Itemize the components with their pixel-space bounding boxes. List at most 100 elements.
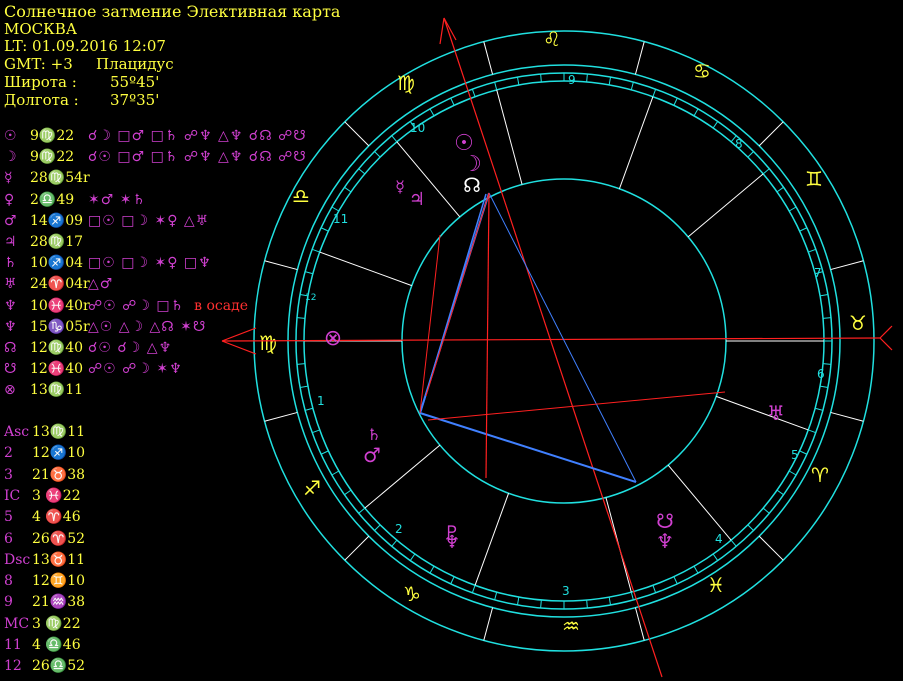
degree-tick <box>788 206 797 212</box>
degree-tick <box>608 76 612 86</box>
degree-tick <box>344 489 352 496</box>
degree-tick <box>494 82 498 90</box>
degree-tick <box>305 407 313 411</box>
degree-tick <box>540 73 542 83</box>
degree-tick <box>299 385 309 389</box>
sign-divider <box>483 607 494 641</box>
house-number: 7 <box>814 266 822 280</box>
sign-divider <box>634 607 645 641</box>
degree-tick <box>471 585 476 594</box>
degree-tick <box>819 293 829 297</box>
house-cusp <box>474 493 510 586</box>
degree-tick <box>409 553 416 561</box>
degree-tick <box>776 489 784 496</box>
aspect-line <box>425 192 490 397</box>
degree-tick <box>586 73 588 83</box>
sign-divider <box>758 535 784 561</box>
sign-glyph: ♓ <box>707 573 725 597</box>
degree-tick <box>808 248 817 253</box>
sign-divider <box>264 411 298 422</box>
house-number: 3 <box>562 584 570 598</box>
degree-tick <box>429 108 435 117</box>
house-number: 6 <box>817 367 825 381</box>
asc-arrow <box>221 340 257 355</box>
mc-ic-axis <box>443 17 663 678</box>
degree-tick <box>516 596 520 606</box>
sign-glyph: ♍ <box>397 71 415 95</box>
house-number: 4 <box>715 532 723 546</box>
house-cusp <box>496 89 523 185</box>
degree-tick <box>311 248 320 253</box>
degree-tick <box>819 385 829 389</box>
house-cusp <box>687 173 764 238</box>
degree-tick <box>331 470 340 476</box>
sign-glyph: ♍ <box>259 331 277 355</box>
aspect-line <box>488 192 637 483</box>
sign-divider <box>264 260 298 271</box>
degree-tick <box>747 524 754 531</box>
degree-tick <box>320 227 329 232</box>
sign-glyph: ♌ <box>543 27 561 51</box>
degree-tick <box>652 88 657 97</box>
house-number: 2 <box>395 522 403 536</box>
degree-tick <box>374 151 381 158</box>
degree-tick <box>358 168 366 175</box>
degree-tick <box>630 592 634 600</box>
degree-tick <box>391 135 398 143</box>
degree-tick <box>693 565 699 574</box>
degree-tick <box>450 97 455 106</box>
planet-symbol: ♃ <box>409 189 425 210</box>
degree-tick <box>652 585 657 594</box>
degree-tick <box>494 592 498 600</box>
degree-tick <box>305 271 313 275</box>
house-cusp <box>716 395 809 431</box>
house-number: 8 <box>735 137 743 151</box>
house-number: 10 <box>410 121 425 135</box>
degree-tick <box>608 596 612 606</box>
degree-tick <box>822 363 832 365</box>
degree-tick <box>311 429 320 434</box>
degree-tick <box>815 407 823 411</box>
degree-tick <box>712 121 719 129</box>
degree-tick <box>822 317 832 319</box>
degree-tick <box>673 576 678 585</box>
house-cusp <box>319 251 412 287</box>
sign-glyph: ♋ <box>693 59 711 83</box>
sign-glyph: ♎ <box>292 184 310 208</box>
house-number: 5 <box>791 448 799 462</box>
degree-tick <box>799 227 808 232</box>
sign-glyph: ♐ <box>303 476 321 500</box>
dsc-tick <box>879 325 893 339</box>
house-number: 1 <box>317 394 325 408</box>
degree-tick <box>516 76 520 86</box>
degree-tick <box>320 450 329 455</box>
degree-tick <box>762 507 770 514</box>
degree-tick <box>808 429 817 434</box>
house-number: 11 <box>333 212 348 226</box>
degree-tick <box>730 539 737 547</box>
house-cusp <box>396 141 461 218</box>
planet-symbol: ♆ <box>444 532 460 553</box>
asc-arrow <box>221 327 257 342</box>
planet-symbol: ♄ <box>367 425 381 444</box>
degree-tick <box>747 151 754 158</box>
degree-tick <box>693 108 699 117</box>
planet-symbol: ⊗ <box>324 326 342 351</box>
degree-tick <box>471 88 476 97</box>
dsc-tick <box>879 337 893 351</box>
planet-symbol: ♆ <box>656 529 674 553</box>
house-cusp <box>618 96 654 189</box>
degree-tick <box>586 599 588 609</box>
degree-tick <box>630 82 634 90</box>
degree-tick <box>391 539 398 547</box>
degree-tick <box>762 168 770 175</box>
degree-tick <box>296 363 306 365</box>
house-number: 12 <box>305 293 316 303</box>
sign-glyph: ♑ <box>403 582 421 606</box>
degree-tick <box>429 565 435 574</box>
degree-tick <box>450 576 455 585</box>
sign-divider <box>634 41 645 75</box>
sign-glyph: ♊ <box>805 167 823 191</box>
planet-symbol: ♂ <box>363 443 381 467</box>
sign-divider <box>483 41 494 75</box>
